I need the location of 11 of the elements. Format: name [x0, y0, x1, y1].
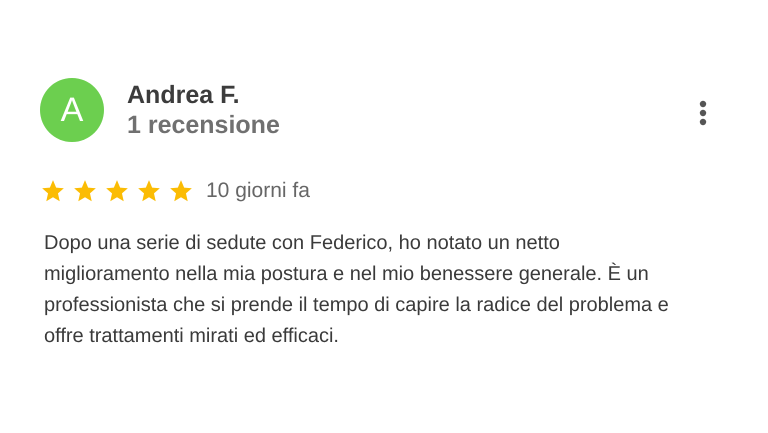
more-options-icon[interactable] [699, 100, 707, 126]
avatar: A [40, 78, 104, 142]
star-icon [136, 178, 162, 204]
star-icon [72, 178, 98, 204]
review-count: 1 recensione [127, 110, 281, 140]
review-date: 10 giorni fa [206, 179, 310, 203]
author-name: Andrea F. [127, 80, 241, 110]
star-icon [168, 178, 194, 204]
review-text: Dopo una serie di sedute con Federico, ho notato un netto miglioramento nella mia postura e nel mio benessere generale. È un professionista che si prende il tempo di capire la radice del problema e offre trattamenti mirati ed efficaci. [44, 231, 670, 349]
star-icon [40, 178, 66, 204]
star-icon [104, 178, 130, 204]
